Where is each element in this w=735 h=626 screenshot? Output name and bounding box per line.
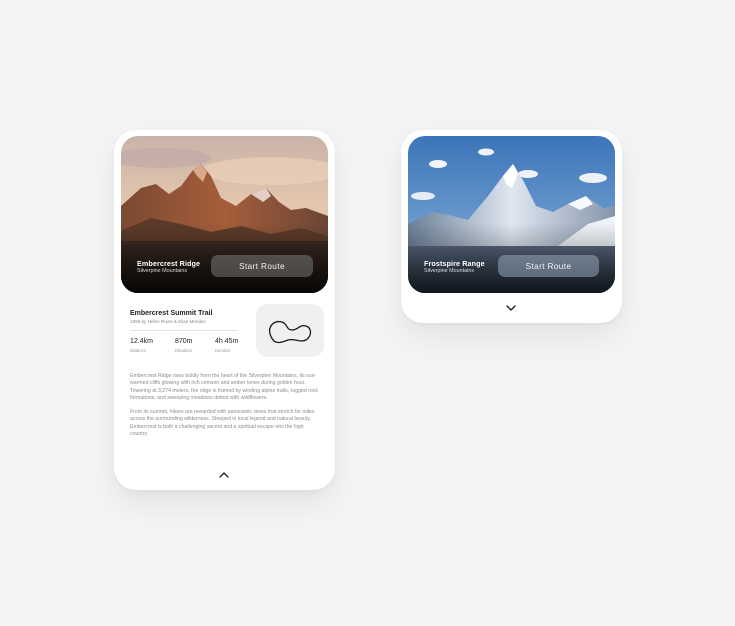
hero-image-embercrest: Embercrest Ridge Silverpine Mountains St… [121, 136, 328, 293]
hero-subtitle: Silverpine Mountains [137, 268, 188, 274]
stat-label: Duration [215, 348, 231, 353]
divider [130, 330, 238, 331]
description-paragraph: Embercrest Ridge rises boldly from the h… [130, 373, 318, 401]
hero-title: Frostspire Range [424, 259, 485, 268]
start-route-button[interactable]: Start Route [498, 255, 599, 277]
stat-value: 870m [175, 338, 193, 345]
trail-author: 1896 by Helen Rowe & Elias Mendez [130, 319, 206, 324]
hero-title: Embercrest Ridge [137, 259, 201, 268]
chevron-down-icon[interactable] [505, 303, 517, 313]
stat-duration: 4h 45m Duration [215, 338, 238, 353]
stat-value: 4h 45m [215, 338, 239, 345]
route-map-icon[interactable] [256, 304, 324, 357]
stat-label: Distance [130, 348, 146, 353]
hero-image-frostspire: Frostspire Range Silverpine Mountains St… [408, 136, 615, 293]
hero-subtitle: Silverpine Mountains [424, 268, 475, 274]
start-route-button[interactable]: Start Route [211, 255, 313, 277]
description-paragraph: From its summit, hikers are rewarded wit… [130, 409, 315, 437]
stat-label: Elevation [175, 348, 192, 353]
trail-title: Embercrest Summit Trail [130, 310, 213, 317]
stat-value: 12.4km [130, 338, 153, 345]
route-card-frostspire: Frostspire Range Silverpine Mountains St… [401, 130, 622, 323]
route-card-embercrest: Embercrest Ridge Silverpine Mountains St… [114, 130, 335, 490]
stat-elevation: 870m Elevation [175, 338, 193, 353]
stat-distance: 12.4km Distance [130, 338, 153, 353]
chevron-up-icon[interactable] [218, 470, 230, 480]
